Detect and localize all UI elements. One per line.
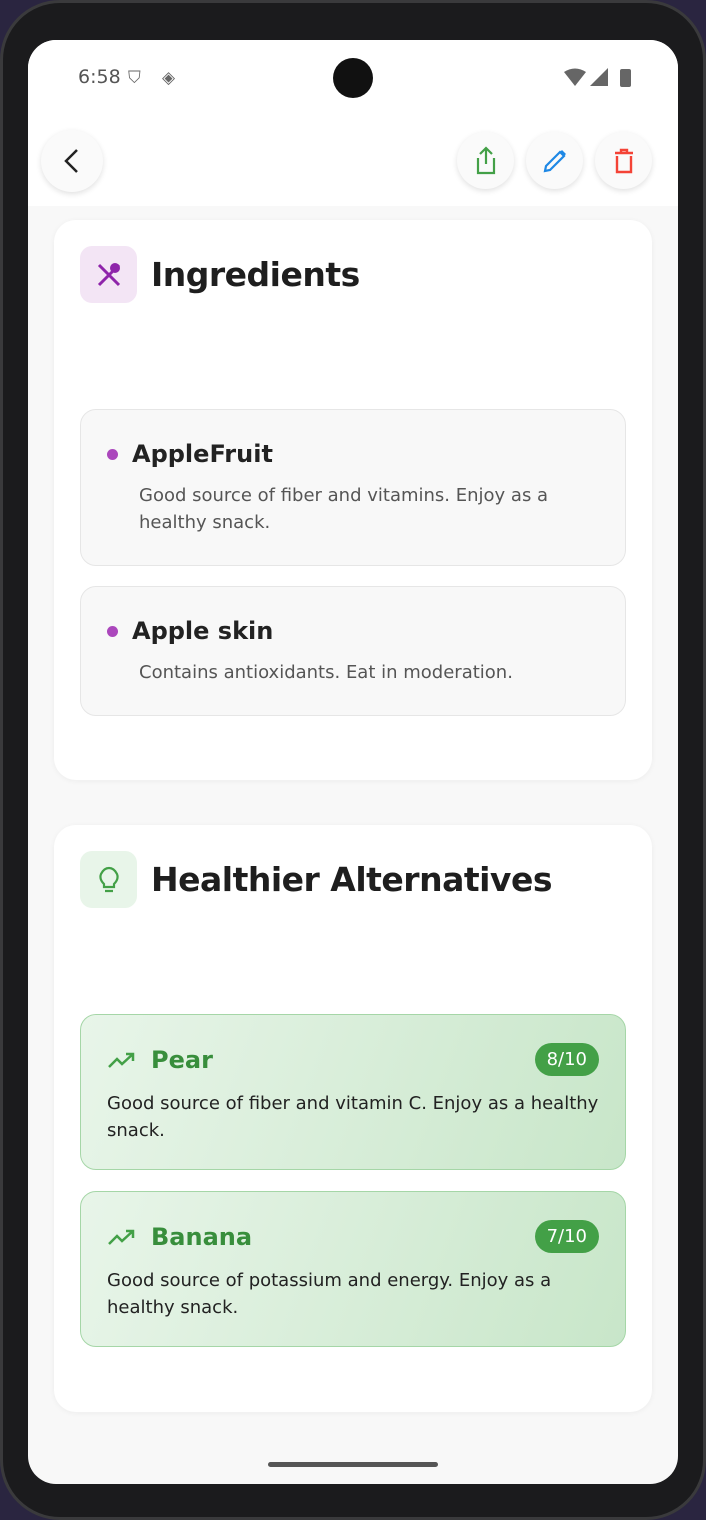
alternative-description: Good source of potassium and energy. Enj… — [107, 1270, 552, 1318]
utensils-icon — [80, 246, 137, 303]
lightbulb-icon — [80, 851, 137, 908]
trending-up-icon — [108, 1052, 135, 1068]
ingredient-item: AppleFruit Good source of fiber and vita… — [80, 409, 626, 566]
pencil-icon — [543, 149, 566, 172]
camera-cutout — [333, 58, 373, 98]
wifi-icon — [564, 68, 631, 87]
home-indicator[interactable] — [268, 1462, 438, 1467]
edit-button[interactable] — [526, 132, 583, 189]
alternative-name: Banana — [151, 1222, 253, 1251]
ingredient-item: Apple skin Contains antioxidants. Eat in… — [80, 586, 626, 716]
alternative-description: Good source of fiber and vitamin C. Enjo… — [107, 1093, 599, 1141]
alternatives-card: Healthier Alternatives Pear 8/10 Good so… — [54, 825, 652, 1412]
alternative-item[interactable]: Pear 8/10 Good source of fiber and vitam… — [80, 1014, 626, 1170]
delete-button[interactable] — [595, 132, 652, 189]
score-badge: 8/10 — [534, 1043, 599, 1076]
back-button[interactable] — [41, 130, 103, 192]
trash-icon — [614, 148, 633, 173]
status-time: 6:58 — [78, 66, 121, 88]
score-badge: 7/10 — [534, 1220, 599, 1253]
ingredient-description: Good source of fiber and vitamins. Enjoy… — [139, 485, 549, 533]
alternative-name: Pear — [151, 1045, 213, 1074]
section-title: Ingredients — [151, 255, 360, 294]
bullet-icon — [107, 625, 118, 637]
alternative-item[interactable]: Banana 7/10 Good source of potassium and… — [80, 1191, 626, 1347]
screen: 6:58 ⛉ ◈ Ingredients AppleFruit Good sou… — [28, 40, 678, 1484]
trending-up-icon — [108, 1229, 135, 1245]
share-button[interactable] — [457, 132, 514, 189]
shield-icon: ⛉ — [128, 68, 141, 88]
chevron-left-icon — [64, 149, 78, 173]
ingredient-name: AppleFruit — [132, 440, 273, 468]
ingredient-description: Contains antioxidants. Eat in moderation… — [139, 662, 513, 683]
status-bar: 6:58 ⛉ ◈ — [28, 40, 678, 120]
vpn-icon: ◈ — [162, 68, 176, 88]
app-bar — [28, 120, 678, 206]
ingredients-card: Ingredients AppleFruit Good source of fi… — [54, 220, 652, 780]
bullet-icon — [107, 448, 118, 460]
section-title: Healthier Alternatives — [151, 860, 552, 899]
ingredient-name: Apple skin — [132, 617, 274, 645]
battery-icon — [620, 69, 631, 87]
signal-icon — [590, 68, 608, 86]
share-icon — [476, 145, 495, 174]
